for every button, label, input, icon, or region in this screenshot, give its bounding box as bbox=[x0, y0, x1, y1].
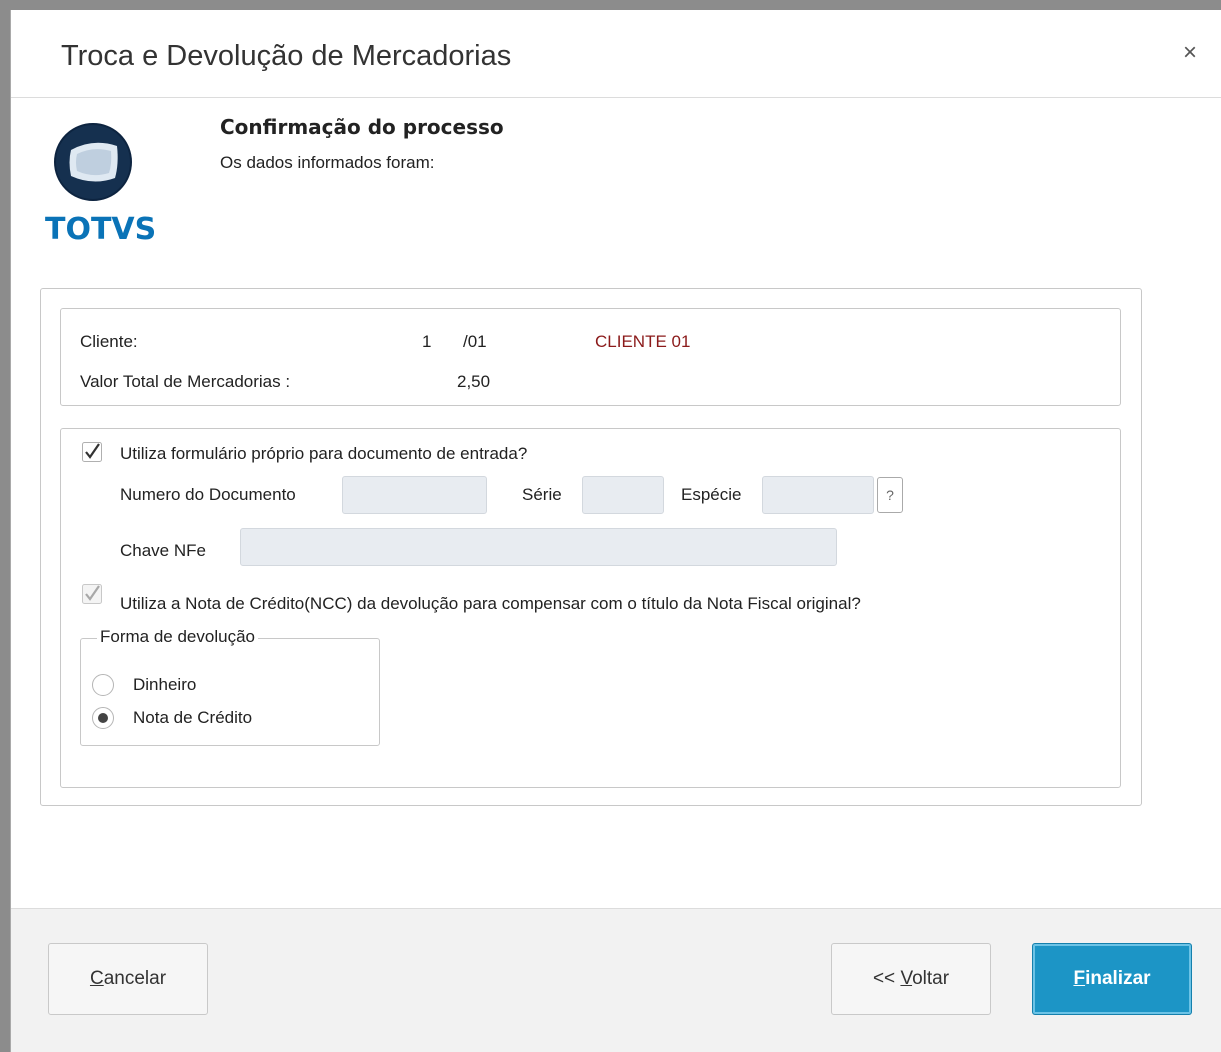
client-label: Cliente: bbox=[80, 332, 138, 351]
client-name: CLIENTE 01 bbox=[595, 332, 691, 351]
finish-mnemonic: F bbox=[1073, 968, 1086, 989]
title-bar: Troca e Devolução de Mercadorias × bbox=[11, 10, 1221, 98]
cancel-mnemonic: C bbox=[89, 968, 104, 989]
serie-input[interactable] bbox=[582, 476, 664, 514]
totvs-logo: TOTVS bbox=[45, 120, 165, 250]
ncc-label: Utiliza a Nota de Crédito(NCC) da devolu… bbox=[120, 594, 861, 613]
client-code: 1 bbox=[422, 332, 432, 351]
cancel-label: ancelar bbox=[103, 968, 167, 989]
cancel-button[interactable]: Cancelar bbox=[48, 943, 208, 1015]
dialog-window: Troca e Devolução de Mercadorias × TOTVS… bbox=[10, 10, 1221, 1052]
own-form-checkbox[interactable] bbox=[82, 442, 102, 462]
radio-nota-credito-label: Nota de Crédito bbox=[133, 708, 253, 727]
refund-method-group bbox=[80, 638, 380, 746]
back-label: oltar bbox=[912, 968, 950, 989]
back-mnemonic: V bbox=[900, 968, 913, 989]
step-subtitle: Os dados informados foram: bbox=[220, 153, 435, 172]
back-button[interactable]: << Voltar bbox=[831, 943, 991, 1015]
logo-text: TOTVS bbox=[45, 212, 157, 247]
radio-dinheiro-label: Dinheiro bbox=[133, 675, 197, 694]
doc-number-label: Numero do Documento bbox=[120, 485, 296, 504]
total-value: 2,50 bbox=[457, 372, 491, 391]
dialog-footer: Cancelar << Voltar Finalizar bbox=[11, 908, 1221, 1052]
close-icon[interactable]: × bbox=[1177, 40, 1203, 66]
radio-nota-credito[interactable] bbox=[92, 707, 114, 729]
radio-dinheiro[interactable] bbox=[92, 674, 114, 696]
chave-nfe-label: Chave NFe bbox=[120, 541, 206, 560]
client-store: /01 bbox=[463, 332, 487, 351]
serie-label: Série bbox=[522, 485, 562, 504]
especie-lookup-button[interactable]: ? bbox=[877, 477, 903, 513]
step-title: Confirmação do processo bbox=[220, 115, 504, 139]
window-title: Troca e Devolução de Mercadorias bbox=[61, 40, 512, 72]
totvs-logo-icon bbox=[54, 123, 132, 201]
finish-button[interactable]: Finalizar bbox=[1032, 943, 1192, 1015]
finish-label: inalizar bbox=[1085, 968, 1151, 989]
own-form-label: Utiliza formulário próprio para document… bbox=[120, 444, 528, 463]
total-label: Valor Total de Mercadorias : bbox=[80, 372, 291, 391]
especie-label: Espécie bbox=[681, 485, 742, 504]
especie-input[interactable] bbox=[762, 476, 874, 514]
back-prefix: << bbox=[872, 968, 901, 989]
doc-number-input[interactable] bbox=[342, 476, 487, 514]
refund-method-legend: Forma de devolução bbox=[97, 627, 258, 647]
ncc-checkbox[interactable] bbox=[82, 584, 102, 604]
chave-nfe-input[interactable] bbox=[240, 528, 837, 566]
